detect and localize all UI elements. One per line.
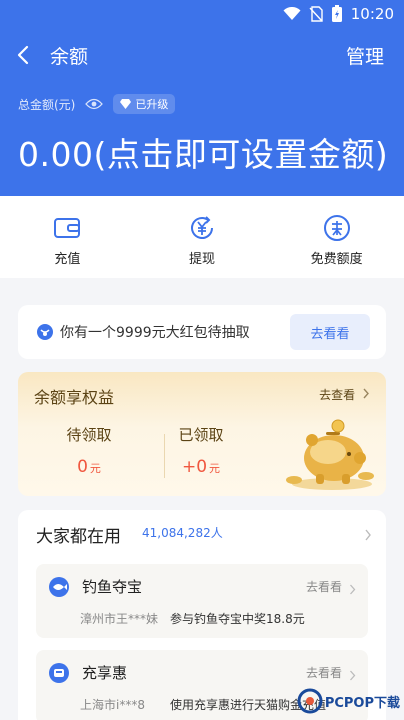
received-unit: 元 [209, 462, 221, 475]
status-bar: 10:20 [283, 4, 394, 24]
received-label: 已领取 [178, 426, 224, 444]
red-packet-banner[interactable]: 你有一个9999元大红包待抽取 去看看 [18, 305, 386, 359]
chevron-right-icon [349, 580, 356, 599]
item-title: 充享惠 [82, 664, 128, 682]
quick-actions: 充值 提现 免费额度 [0, 196, 404, 278]
pending-amount: 0 [77, 457, 88, 477]
total-amount-row: 总金额(元) 已升级 [18, 94, 176, 114]
battery-icon [331, 5, 343, 23]
recharge-icon [48, 662, 70, 684]
watermark-logo-icon [297, 688, 323, 714]
item-title: 钓鱼夺宝 [82, 578, 143, 596]
balance-benefit-card[interactable]: 余额享权益 去查看 待领取 0元 已领取 +0 元 [18, 372, 386, 496]
red-packet-icon [36, 323, 54, 341]
wallet-icon [53, 214, 81, 242]
eye-icon[interactable] [85, 98, 104, 110]
red-packet-text: 你有一个9999元大红包待抽取 [60, 325, 250, 341]
list-item[interactable]: 钓鱼夺宝 去看看 漳州市王***妹 参与钓鱼夺宝中奖18.8元 [36, 564, 368, 638]
no-sim-icon [309, 6, 323, 22]
pending-value: 0元 [44, 457, 134, 477]
red-packet-go-button[interactable]: 去看看 [290, 314, 370, 350]
item-go-link[interactable]: 去看看 [306, 664, 342, 681]
upgraded-badge: 已升级 [113, 94, 176, 114]
page-title: 余额 [50, 46, 89, 68]
withdraw-action[interactable]: 提现 [135, 196, 270, 278]
item-user: 漳州市王***妹 [80, 612, 159, 626]
manage-button[interactable]: 管理 [346, 42, 384, 69]
fish-icon [48, 576, 70, 598]
nav-bar: 余额 管理 [0, 36, 404, 74]
watermark-text: PCPOP下载 [324, 695, 400, 711]
pending-column: 待领取 0元 [44, 424, 134, 477]
diamond-icon [120, 99, 132, 109]
received-column: 已领取 +0 元 [156, 424, 246, 477]
item-user: 上海市i***8 [80, 698, 145, 712]
pending-label: 待领取 [66, 426, 112, 444]
item-go-link[interactable]: 去看看 [306, 578, 342, 595]
free-quota-icon [323, 214, 351, 242]
free-quota-label: 免费额度 [310, 252, 363, 267]
item-description: 参与钓鱼夺宝中奖18.8元 [170, 612, 305, 626]
upgraded-badge-label: 已升级 [135, 98, 169, 111]
benefit-view-label: 去查看 [319, 388, 356, 402]
watermark: PCPOP下载 [297, 686, 400, 716]
balance-amount[interactable]: 0.00(点击即可设置金额) [18, 128, 388, 176]
balance-header: 10:20 余额 管理 总金额(元) 已升级 0.00(点击即可设置金额) [0, 0, 404, 196]
wifi-icon [283, 7, 301, 21]
chevron-right-icon[interactable] [364, 526, 372, 545]
back-arrow-icon[interactable] [14, 42, 34, 68]
benefit-title: 余额享权益 [34, 388, 115, 407]
free-quota-action[interactable]: 免费额度 [269, 196, 404, 278]
received-amount: +0 [181, 457, 208, 477]
pending-unit: 元 [89, 462, 101, 475]
withdraw-label: 提现 [189, 252, 216, 267]
total-amount-label: 总金额(元) [18, 97, 76, 112]
status-time: 10:20 [350, 5, 394, 23]
recharge-label: 充值 [54, 252, 81, 267]
chevron-right-icon [363, 388, 369, 399]
chevron-right-icon [349, 666, 356, 685]
received-value: +0 元 [156, 457, 246, 477]
everyone-using-title: 大家都在用 [36, 527, 121, 547]
user-count: 41,084,282人 [142, 526, 223, 540]
recharge-action[interactable]: 充值 [0, 196, 135, 278]
yuan-withdraw-icon [188, 214, 216, 242]
piggy-bank-icon [282, 418, 376, 492]
benefit-view-link[interactable]: 去查看 [319, 386, 370, 403]
